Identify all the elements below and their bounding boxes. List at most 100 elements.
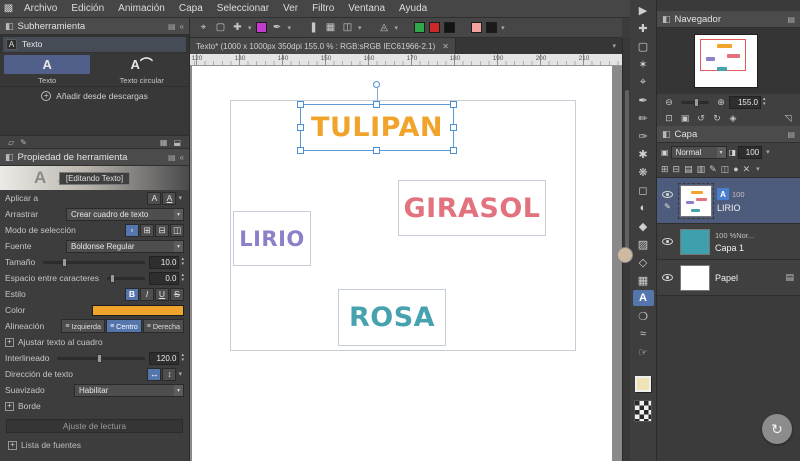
object-tool-icon[interactable]: ⌖	[196, 20, 211, 35]
menu-ayuda[interactable]: Ayuda	[392, 0, 434, 18]
panel-menu-icon[interactable]: ▤	[787, 15, 795, 24]
chevron-down-icon[interactable]: ▾	[395, 24, 399, 32]
selection-area-icon[interactable]: ▢	[213, 20, 228, 35]
horizontal-text-icon[interactable]: ↔	[147, 367, 162, 381]
visibility-eye-icon[interactable]	[662, 190, 673, 198]
layer-row-papel[interactable]: Papel ▤	[657, 260, 800, 296]
selection-mode-remove-icon[interactable]: ⊟	[155, 223, 169, 237]
chevron-down-icon[interactable]: ▾	[766, 148, 770, 156]
blend-mode-select[interactable]: Normal ▾	[670, 145, 727, 159]
tamano-stepper[interactable]: ▴ ▾	[181, 257, 184, 267]
layer-thumbnail[interactable]	[680, 264, 710, 291]
layer-thumbnail[interactable]	[678, 182, 714, 219]
brush-tool-icon[interactable]: ✑	[633, 128, 654, 144]
magic-wand-icon[interactable]: ✶	[633, 56, 654, 72]
color-swatch[interactable]	[429, 22, 441, 33]
chevron-down-icon[interactable]: ▾	[756, 165, 760, 173]
merge-down-icon[interactable]: ●	[733, 164, 738, 174]
pen-icon[interactable]: ✒	[270, 20, 285, 35]
canvas-viewport[interactable]: TULIPAN GIRASOL LIRIO ROSA	[190, 66, 622, 461]
minibar-icon[interactable]: ▦	[160, 138, 168, 147]
fill-tool-icon[interactable]: ◆	[633, 218, 654, 234]
menu-seleccionar[interactable]: Seleccionar	[210, 0, 276, 18]
espacio-value[interactable]: 0.0	[149, 271, 180, 285]
shape-tool-icon[interactable]: ◇	[633, 254, 654, 270]
subtool-texto-circular[interactable]: A⌒ Texto circular	[95, 53, 190, 86]
flip-horizontal-icon[interactable]: ◈	[726, 113, 740, 124]
gradient-tool-icon[interactable]: ▨	[633, 236, 654, 252]
tamano-slider[interactable]	[43, 257, 146, 267]
bold-button[interactable]: B	[125, 287, 139, 301]
resize-handle[interactable]	[297, 101, 304, 108]
strikethrough-button[interactable]: S	[170, 287, 184, 301]
move-tool-icon[interactable]: ✚	[633, 20, 654, 36]
layer-opacity-value[interactable]: 100	[738, 145, 763, 159]
blend-tool-icon[interactable]: ◐	[633, 200, 654, 216]
text-object-tulipan[interactable]: TULIPAN	[297, 81, 457, 154]
menu-ver[interactable]: Ver	[276, 0, 305, 18]
snap-icon[interactable]: ◫	[340, 20, 355, 35]
apply-to-all-icon[interactable]: A	[162, 191, 177, 205]
layer-type-icon[interactable]: ▤	[684, 164, 693, 175]
resize-handle[interactable]	[373, 147, 380, 154]
selection-mode-multiply-icon[interactable]: ◫	[170, 223, 184, 237]
text-object-lirio[interactable]: LIRIO	[233, 211, 311, 266]
operate-icon[interactable]: ▶	[633, 2, 654, 18]
selection-mode-new-icon[interactable]: ▫	[125, 223, 139, 237]
pencil-tool-icon[interactable]: ✏	[633, 110, 654, 126]
eraser-tool-icon[interactable]: ◻	[633, 182, 654, 198]
align-left-button[interactable]: ≡ Izquierda	[61, 319, 106, 333]
transparent-color-swatch[interactable]	[634, 400, 652, 422]
subtool-texto[interactable]: A Texto	[0, 53, 95, 86]
move-icon[interactable]: ✚	[230, 20, 245, 35]
chevron-down-icon[interactable]: ▾	[288, 24, 292, 32]
reading-adjust-bar[interactable]: Ajuste de lectura	[6, 419, 183, 433]
visibility-eye-icon[interactable]	[662, 238, 673, 245]
document-tab[interactable]: Texto* (1000 x 1000px 350dpi 155.0 % : R…	[190, 38, 456, 54]
panel-toggle-knob[interactable]	[617, 247, 633, 263]
color-swatch[interactable]	[486, 22, 498, 33]
color-swatch[interactable]	[444, 22, 456, 33]
color-swatch[interactable]	[471, 22, 483, 33]
decoration-tool-icon[interactable]: ❋	[633, 164, 654, 180]
fuente-select[interactable]: Boldonse Regular ▾	[66, 239, 184, 253]
actual-size-icon[interactable]: ▣	[678, 113, 692, 124]
resize-handle[interactable]	[450, 101, 457, 108]
expand-icon[interactable]: +	[5, 401, 14, 411]
line-correction-icon[interactable]: ≈	[633, 326, 654, 342]
visibility-eye-icon[interactable]	[662, 274, 673, 281]
panel-menu-icon[interactable]: ▤	[168, 22, 176, 31]
underline-button[interactable]: U	[155, 287, 169, 301]
navigator-thumbnail[interactable]	[695, 35, 757, 87]
menu-animacion[interactable]: Animación	[111, 0, 172, 18]
interface-switch-button[interactable]: ↻	[762, 414, 792, 444]
interlineado-stepper[interactable]: ▴ ▾	[181, 353, 184, 363]
navigator-preview[interactable]	[657, 28, 800, 94]
edit-layer-icon[interactable]: ✎	[709, 164, 717, 175]
layer-thumbnail[interactable]	[680, 228, 710, 255]
menu-edicion[interactable]: Edición	[64, 0, 111, 18]
zoom-out-icon[interactable]: ⊖	[662, 97, 676, 108]
close-tab-icon[interactable]: ✕	[442, 42, 449, 51]
resize-handle[interactable]	[297, 147, 304, 154]
chevron-down-icon[interactable]: ▾	[178, 370, 182, 378]
text-object-rosa[interactable]: ROSA	[338, 289, 446, 346]
menu-capa[interactable]: Capa	[172, 0, 210, 18]
text-color-swatch[interactable]	[92, 304, 184, 316]
delete-layer-icon[interactable]: ✕	[743, 164, 751, 175]
resize-handle[interactable]	[297, 123, 304, 131]
font-list-row[interactable]: + Lista de fuentes	[0, 436, 189, 454]
chevron-down-icon[interactable]: ▾	[358, 24, 362, 32]
text-tool-icon[interactable]: A	[632, 290, 654, 306]
chevron-down-icon[interactable]: ▾	[178, 194, 182, 202]
minibar-icon[interactable]: ▱	[8, 138, 14, 147]
grid-icon[interactable]: ▦	[323, 20, 338, 35]
scrollbar-thumb[interactable]	[625, 90, 629, 250]
suavizado-select[interactable]: Habilitar ▾	[74, 383, 184, 397]
espacio-stepper[interactable]: ▴ ▾	[181, 273, 184, 283]
duplicate-layer-icon[interactable]: ◫	[721, 164, 730, 175]
collapse-icon[interactable]: «	[180, 153, 184, 162]
rotate-right-icon[interactable]: ↻	[710, 113, 724, 124]
balloon-tool-icon[interactable]: ❍	[633, 308, 654, 324]
color-swatch[interactable]	[414, 22, 426, 33]
